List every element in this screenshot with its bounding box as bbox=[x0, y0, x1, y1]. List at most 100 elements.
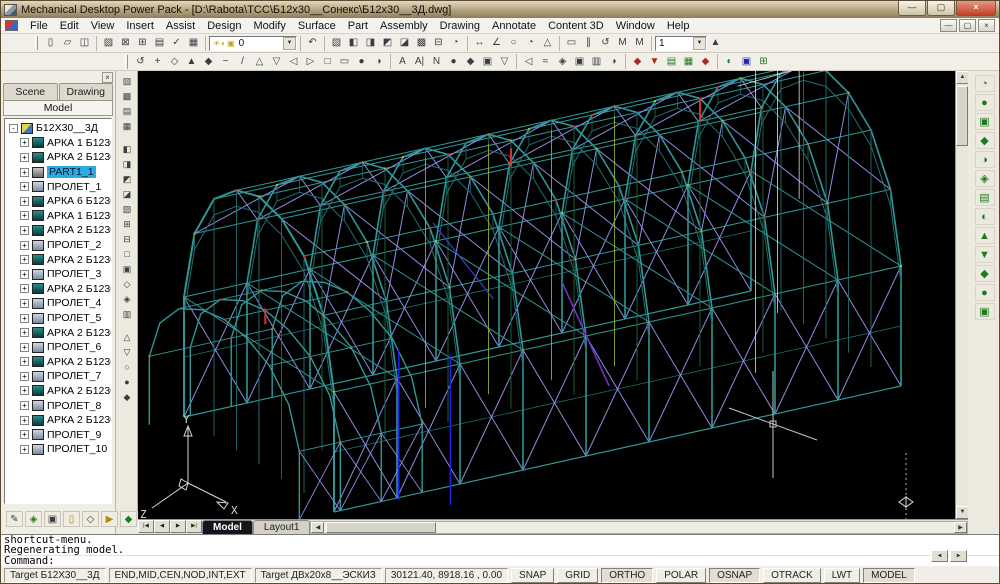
tree-item[interactable]: +АРКА 2 Б1230_8 bbox=[5, 384, 111, 399]
content3d-tool-icon-8[interactable]: ◐ bbox=[975, 208, 995, 225]
scroll-left-icon[interactable]: ◀ bbox=[931, 550, 948, 562]
left-tool-icon-16[interactable]: ◈ bbox=[119, 292, 135, 307]
tab-nav-icon-3[interactable]: ▶ bbox=[170, 520, 186, 533]
power-dim-icon-2[interactable]: ∠ bbox=[488, 35, 505, 51]
command-line-area[interactable]: shortcut-menu. Regenerating model. Comma… bbox=[1, 534, 999, 565]
modify-tool-4[interactable]: ▲ bbox=[183, 54, 200, 70]
content3d-tool-icon-1[interactable]: ◔ bbox=[975, 75, 995, 92]
mech-view-icon-1[interactable]: ▧ bbox=[328, 35, 345, 51]
paste-icon[interactable]: ▤ bbox=[151, 35, 168, 51]
tree-expand-icon[interactable]: + bbox=[20, 343, 29, 352]
toggle-polar[interactable]: POLAR bbox=[656, 568, 706, 583]
view-tool-1[interactable]: ◆ bbox=[462, 54, 479, 70]
assembly-tool-2[interactable]: ▣ bbox=[738, 54, 755, 70]
menu-assembly[interactable]: Assembly bbox=[374, 19, 434, 33]
options-icon[interactable]: ◇ bbox=[82, 511, 99, 527]
ucs-tool-5[interactable]: ▥ bbox=[588, 54, 605, 70]
tree-item[interactable]: +АРКА 2 Б1230_2 bbox=[5, 223, 111, 238]
content3d-tool-icon-10[interactable]: ▼ bbox=[975, 246, 995, 263]
left-tool-icon-11[interactable]: ⊞ bbox=[119, 217, 135, 232]
clipboard-icon[interactable]: ▣ bbox=[44, 511, 61, 527]
left-tool-icon-21[interactable]: ○ bbox=[119, 360, 135, 375]
toggle-grid[interactable]: GRID bbox=[557, 568, 598, 583]
mech-view-icon-8[interactable]: ◔ bbox=[447, 35, 464, 51]
tree-expand-icon[interactable]: + bbox=[20, 299, 29, 308]
ucs-tool-4[interactable]: ▣ bbox=[571, 54, 588, 70]
tree-expand-icon[interactable]: + bbox=[20, 401, 29, 410]
tree-expand-icon[interactable]: + bbox=[20, 211, 29, 220]
child-minimize-button[interactable]: — bbox=[940, 19, 957, 32]
tree-item[interactable]: +ПРОЛЕТ_5 bbox=[5, 311, 111, 326]
content3d-tool-icon-4[interactable]: ◆ bbox=[975, 132, 995, 149]
power-dim-icon-1[interactable]: ↔ bbox=[471, 35, 488, 51]
tree-expand-icon[interactable]: + bbox=[20, 445, 29, 454]
modify-tool-3[interactable]: ◇ bbox=[166, 54, 183, 70]
tree-item[interactable]: +АРКА 2 Б1230_3 bbox=[5, 252, 111, 267]
part-tool-3[interactable]: ▤ bbox=[663, 54, 680, 70]
view-tool-2[interactable]: ▣ bbox=[479, 54, 496, 70]
menu-view[interactable]: View bbox=[85, 19, 121, 33]
left-tool-icon-9[interactable]: ◪ bbox=[119, 187, 135, 202]
menu-edit[interactable]: Edit bbox=[54, 19, 85, 33]
trash-icon[interactable]: ▯ bbox=[63, 511, 80, 527]
horizontal-scrollbar[interactable]: ◀ ▶ bbox=[310, 521, 968, 534]
tree-item[interactable]: +АРКА 2 Б1230_6 bbox=[5, 325, 111, 340]
toggle-snap[interactable]: SNAP bbox=[511, 568, 554, 583]
drawing-canvas[interactable]: YXZ bbox=[138, 71, 955, 519]
tab-nav-icon-4[interactable]: ▶| bbox=[186, 520, 202, 533]
dim-edit-icon-2[interactable]: ∥ bbox=[580, 35, 597, 51]
tree-expand-icon[interactable]: + bbox=[20, 416, 29, 425]
toggle-model[interactable]: MODEL bbox=[863, 568, 915, 583]
open-file-icon[interactable]: ▱ bbox=[59, 35, 76, 51]
modify-tool-9[interactable]: ▽ bbox=[268, 54, 285, 70]
tab-model[interactable]: Model bbox=[202, 520, 253, 534]
menu-help[interactable]: Help bbox=[661, 19, 696, 33]
menu-design[interactable]: Design bbox=[201, 19, 247, 33]
menu-annotate[interactable]: Annotate bbox=[486, 19, 542, 33]
undo-icon[interactable]: ↶ bbox=[304, 35, 321, 51]
tree-item[interactable]: +АРКА 2 Б1230_9 bbox=[5, 413, 111, 428]
tree-expand-icon[interactable]: + bbox=[20, 328, 29, 337]
combo-dropdown-icon[interactable]: ▼ bbox=[283, 37, 296, 50]
new-file-icon[interactable]: ▯ bbox=[42, 35, 59, 51]
tab-nav-icon-1[interactable]: |◀ bbox=[138, 520, 154, 533]
content3d-tool-icon-7[interactable]: ▤ bbox=[975, 189, 995, 206]
ucs-tool-6[interactable]: ◑ bbox=[605, 54, 622, 70]
toggle-lwt[interactable]: LWT bbox=[824, 568, 860, 583]
save-icon[interactable]: ◫ bbox=[76, 35, 93, 51]
tab-scene[interactable]: Scene bbox=[3, 83, 58, 100]
vertical-scrollbar[interactable]: ▲ ▼ bbox=[955, 71, 968, 519]
tree-item[interactable]: +ПРОЛЕТ_8 bbox=[5, 398, 111, 413]
left-tool-icon-20[interactable]: ▽ bbox=[119, 345, 135, 360]
tree-expand-icon[interactable]: + bbox=[20, 168, 29, 177]
menu-surface[interactable]: Surface bbox=[292, 19, 342, 33]
tree-expand-icon[interactable]: + bbox=[20, 182, 29, 191]
content3d-tool-icon-2[interactable]: ● bbox=[975, 94, 995, 111]
tree-item[interactable]: -Б12X30__3Д bbox=[5, 121, 111, 136]
modify-tool-1[interactable]: ↺ bbox=[132, 54, 149, 70]
left-tool-icon-10[interactable]: ▧ bbox=[119, 202, 135, 217]
tree-expand-icon[interactable]: + bbox=[20, 270, 29, 279]
modify-tool-12[interactable]: □ bbox=[319, 54, 336, 70]
toggle-otrack[interactable]: OTRACK bbox=[763, 568, 821, 583]
refresh-icon[interactable]: ◆ bbox=[120, 511, 137, 527]
filter-icon[interactable]: ▶ bbox=[101, 511, 118, 527]
left-tool-icon-19[interactable]: △ bbox=[119, 330, 135, 345]
tree-item[interactable]: +ПРОЛЕТ_4 bbox=[5, 296, 111, 311]
tree-item[interactable]: +АРКА 1 Б1230_2 bbox=[5, 209, 111, 224]
child-restore-button[interactable]: ▢ bbox=[959, 19, 976, 32]
assembly-tool-1[interactable]: ◐ bbox=[721, 54, 738, 70]
tree-item[interactable]: +ПРОЛЕТ_7 bbox=[5, 369, 111, 384]
modify-tool-14[interactable]: ● bbox=[353, 54, 370, 70]
mech-view-icon-3[interactable]: ◨ bbox=[362, 35, 379, 51]
tree-expand-icon[interactable]: + bbox=[20, 357, 29, 366]
layer-combo[interactable]: ☀◐▣0▼ bbox=[209, 36, 297, 51]
power-dim-icon-4[interactable]: ◔ bbox=[522, 35, 539, 51]
tree-item[interactable]: +ПРОЛЕТ_9 bbox=[5, 427, 111, 442]
tree-item[interactable]: +АРКА 2 Б1230_1 bbox=[5, 150, 111, 165]
child-close-button[interactable]: × bbox=[978, 19, 995, 32]
modify-tool-2[interactable]: + bbox=[149, 54, 166, 70]
scroll-right-icon[interactable]: ▶ bbox=[954, 522, 967, 533]
menu-content-3d[interactable]: Content 3D bbox=[542, 19, 610, 33]
modify-tool-5[interactable]: ◆ bbox=[200, 54, 217, 70]
